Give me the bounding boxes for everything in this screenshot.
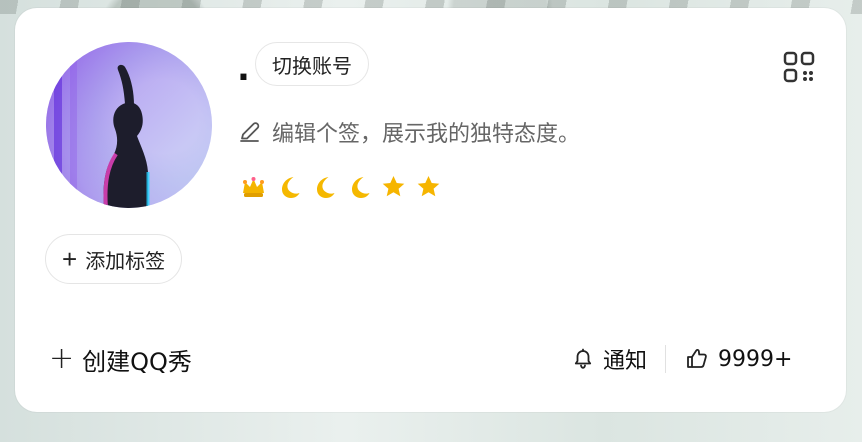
create-qq-show-button[interactable]: + 创建QQ秀 [49, 338, 192, 380]
badge-row [239, 173, 443, 202]
moon-badge-icon [274, 173, 303, 202]
signature-editor[interactable]: 编辑个签，展示我的独特态度。 [238, 115, 580, 149]
bell-icon [571, 347, 595, 371]
thumbs-up-icon [684, 346, 710, 372]
moon-badge-icon [344, 173, 373, 202]
add-tag-label: 添加标签 [85, 250, 166, 273]
likes-button[interactable]: 9999+ [684, 346, 792, 372]
star-badge-icon [379, 173, 408, 202]
star-badge-icon [414, 173, 443, 202]
plus-icon: + [62, 244, 78, 274]
bottom-actions: 通知 9999+ [571, 338, 792, 380]
nickname: . [237, 49, 250, 89]
create-qq-show-label: 创建QQ秀 [82, 347, 192, 376]
notify-button[interactable]: 通知 [571, 343, 647, 375]
divider [665, 345, 667, 373]
notify-label: 通知 [603, 349, 648, 374]
avatar[interactable] [46, 42, 212, 208]
likes-count: 9999+ [718, 346, 793, 372]
edit-pen-icon [238, 120, 262, 144]
qr-code-icon[interactable] [782, 50, 816, 84]
profile-card: . 切换账号 编辑个签，展示我的独特态度。 + 添加标签 + 创建QQ秀 通知 … [15, 8, 846, 412]
signature-text: 编辑个签，展示我的独特态度。 [272, 122, 581, 147]
add-tag-button[interactable]: + 添加标签 [45, 234, 183, 284]
crown-badge-icon [239, 173, 268, 202]
plus-icon: + [49, 341, 75, 376]
moon-badge-icon [309, 173, 338, 202]
switch-account-button[interactable]: 切换账号 [255, 42, 369, 86]
